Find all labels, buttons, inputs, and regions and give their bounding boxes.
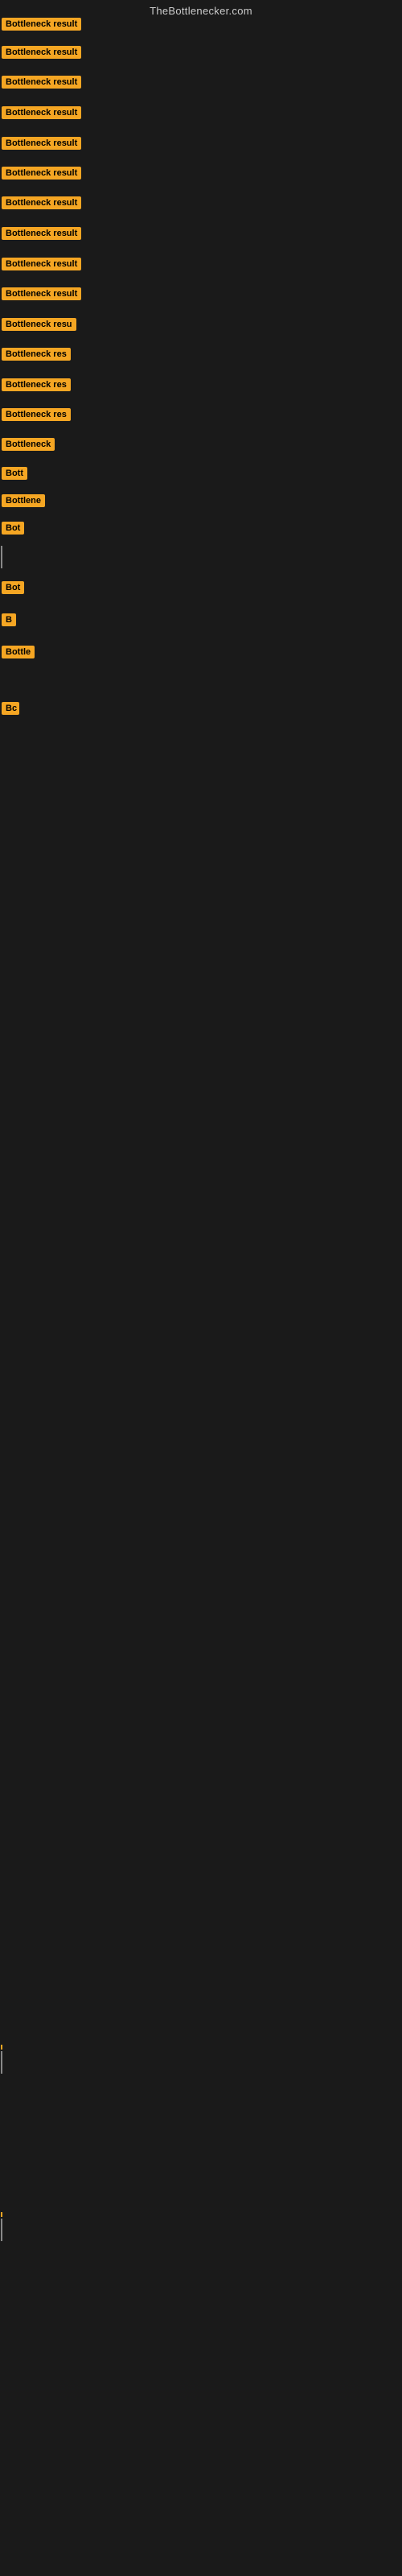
page-container: TheBottlenecker.com Bottleneck result Bo… (0, 0, 402, 2576)
result-badge-6: Bottleneck result (2, 167, 81, 184)
result-badge-16: Bott (2, 467, 27, 484)
result-badge-22: Bc (2, 702, 19, 719)
result-badge-3: Bottleneck result (2, 76, 81, 93)
result-badge-17: Bottlene (2, 494, 45, 511)
vertical-line-2 (1, 2051, 2, 2074)
result-badge-8: Bottleneck result (2, 227, 81, 244)
result-badge-11: Bottleneck resu (2, 318, 76, 335)
result-badge-9: Bottleneck result (2, 258, 81, 275)
result-badge-4: Bottleneck result (2, 106, 81, 123)
vertical-line-3 (1, 2219, 2, 2241)
result-badge-19: Bot (2, 581, 24, 598)
result-badge-7: Bottleneck result (2, 196, 81, 213)
result-badge-5: Bottleneck result (2, 137, 81, 154)
result-badge-1: Bottleneck result (2, 18, 81, 35)
result-badge-18: Bot (2, 522, 24, 539)
result-badge-12: Bottleneck res (2, 348, 71, 365)
result-badge-14: Bottleneck res (2, 408, 71, 425)
small-marker-1 (1, 2045, 2, 2050)
result-badge-20: B (2, 613, 16, 630)
result-badge-10: Bottleneck result (2, 287, 81, 304)
result-badge-13: Bottleneck res (2, 378, 71, 395)
result-badge-21: Bottle (2, 646, 35, 663)
small-marker-2 (1, 2212, 2, 2217)
result-badge-15: Bottleneck (2, 438, 55, 455)
vertical-line-1 (1, 546, 2, 568)
result-badge-2: Bottleneck result (2, 46, 81, 63)
